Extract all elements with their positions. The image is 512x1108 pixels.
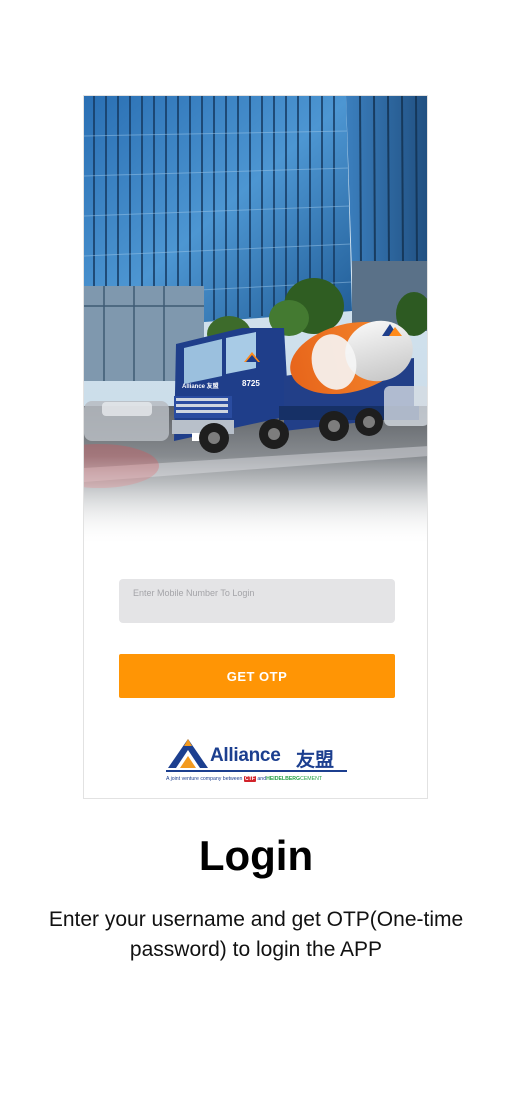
tagline-prefix: A joint venture company between [166, 776, 243, 782]
truck-brand-text: Alliance 友盟 [182, 382, 219, 390]
alliance-mountain-icon [168, 739, 208, 768]
alliance-logo: Alliance 友盟 A joint venture company betw… [166, 736, 348, 788]
logo-divider [166, 770, 347, 772]
logo-chinese-name: 友盟 [296, 749, 335, 771]
get-otp-button[interactable]: GET OTP [119, 654, 395, 698]
mobile-number-input[interactable] [119, 579, 395, 623]
building-truck-illustration: 8725 Alliance 友盟 [84, 96, 427, 546]
page-description: Enter your username and get OTP(One-time… [48, 908, 464, 961]
tagline-and: and [257, 776, 267, 782]
login-preview-card: 8725 Alliance 友盟 Enter Mobile Number To … [83, 95, 428, 799]
page-title: Login [198, 832, 314, 879]
heidelberg-name: HEIDELBERG [266, 776, 301, 782]
logo-wordmark: Alliance [210, 745, 281, 766]
logo-tagline: A joint venture company between CTF andH… [166, 776, 322, 782]
hero-image: 8725 Alliance 友盟 [84, 96, 427, 546]
ctf-logo: CTF [243, 776, 256, 782]
heidelberg-cement-suffix: CEMENT [300, 776, 322, 782]
truck-plate-number: 8725 [242, 379, 260, 388]
